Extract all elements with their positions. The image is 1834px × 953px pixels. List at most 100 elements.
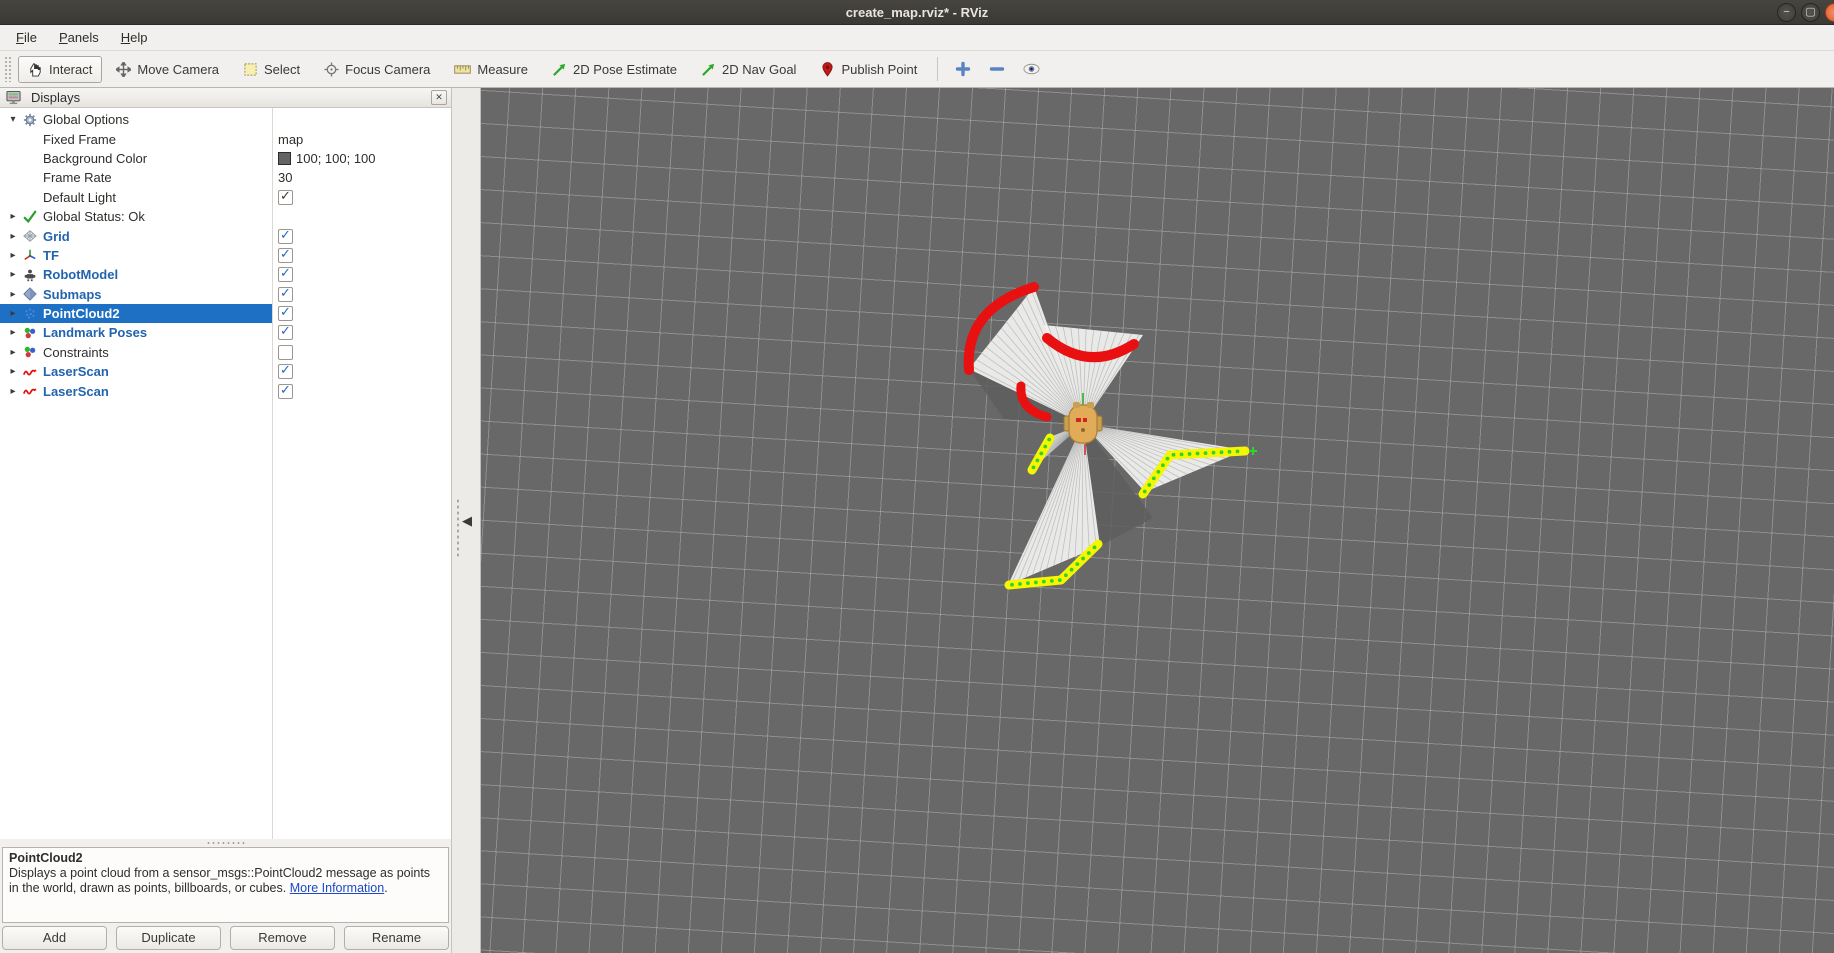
tool-nav-goal-button[interactable]: 2D Nav Goal <box>691 56 806 83</box>
tool-move-camera-button[interactable]: Move Camera <box>106 56 229 83</box>
toolbar-drag-handle[interactable] <box>4 56 12 82</box>
property-row-fixed-frame[interactable]: Fixed Framemap <box>0 129 451 148</box>
property-value[interactable]: 30 <box>278 170 292 185</box>
landmark-dot <box>1143 490 1147 494</box>
displays-panel-header[interactable]: Displays ✕ <box>0 88 451 108</box>
duplicate-button[interactable]: Duplicate <box>116 926 221 950</box>
tool-publish-point-button[interactable]: Publish Point <box>810 56 927 83</box>
tool-focus-camera-button[interactable]: Focus Camera <box>314 56 440 83</box>
property-value[interactable]: map <box>278 132 303 147</box>
row-label: Global Status: Ok <box>43 209 145 224</box>
display-row-constraints[interactable]: ▸ Constraints <box>0 343 451 362</box>
visibility-checkbox[interactable]: ✓ <box>278 287 293 302</box>
rviz-window: create_map.rviz* - RViz − ▢ FilePanelsHe… <box>0 0 1834 953</box>
visibility-checkbox[interactable]: ✓ <box>278 325 293 340</box>
select-icon <box>243 62 258 77</box>
menu-file[interactable]: File <box>6 27 47 48</box>
landmark-dot <box>1220 450 1224 454</box>
robot-sensor <box>1081 428 1085 432</box>
property-row-frame-rate[interactable]: Frame Rate30 <box>0 168 451 187</box>
menubar: FilePanelsHelp <box>0 25 1834 50</box>
spheres-icon <box>21 345 39 359</box>
remove-button[interactable]: Remove <box>230 926 335 950</box>
landmark-dot <box>1047 438 1051 442</box>
expander-arrow-icon[interactable]: ▾ <box>5 114 21 125</box>
display-row-robotmodel[interactable]: ▸RobotModel✓ <box>0 265 451 284</box>
tool-interact-button[interactable]: Interact <box>18 56 102 83</box>
tool-measure-button[interactable]: Measure <box>444 56 538 83</box>
display-row-laserscan[interactable]: ▸LaserScan✓ <box>0 381 451 400</box>
expander-arrow-icon[interactable]: ▸ <box>5 269 21 280</box>
expander-arrow-icon[interactable]: ▸ <box>5 347 21 358</box>
eye-icon <box>1023 63 1040 75</box>
landmark-dot <box>1156 470 1160 474</box>
expander-arrow-icon[interactable]: ▸ <box>5 231 21 242</box>
tool-tool-properties-button[interactable] <box>1016 57 1047 81</box>
property-value[interactable]: 100; 100; 100 <box>296 151 376 166</box>
visibility-checkbox[interactable]: ✓ <box>278 229 293 244</box>
panel-close-button[interactable]: ✕ <box>431 90 447 105</box>
grid-icon <box>21 229 39 243</box>
display-row-tf[interactable]: ▸TF✓ <box>0 246 451 265</box>
row-label: LaserScan <box>43 364 109 379</box>
visibility-checkbox[interactable]: ✓ <box>278 190 293 205</box>
map-scene <box>481 88 1833 953</box>
vertical-splitter-dots <box>456 498 460 558</box>
visibility-checkbox[interactable]: ✓ <box>278 364 293 379</box>
render-viewport[interactable] <box>481 88 1834 953</box>
tool-add-tool-button[interactable] <box>948 55 978 83</box>
checkmark: ✓ <box>280 323 291 339</box>
expander-arrow-icon[interactable]: ▸ <box>5 289 21 300</box>
vertical-splitter[interactable]: ◀ <box>452 88 481 953</box>
expander-arrow-icon[interactable]: ▸ <box>5 308 21 319</box>
horizontal-splitter[interactable] <box>0 839 451 847</box>
add-button[interactable]: Add <box>2 926 107 950</box>
window-titlebar[interactable]: create_map.rviz* - RViz − ▢ <box>0 0 1834 25</box>
expander-arrow-icon[interactable]: ▸ <box>5 250 21 261</box>
landmark-dot <box>1093 545 1097 549</box>
display-row-laserscan[interactable]: ▸ LaserScan ✓ <box>0 362 451 381</box>
menu-help[interactable]: Help <box>111 27 158 48</box>
visibility-checkbox[interactable]: ✓ <box>278 267 293 282</box>
tf-icon <box>21 248 39 262</box>
tool-select-button[interactable]: Select <box>233 56 310 83</box>
row-label: PointCloud2 <box>43 306 120 321</box>
rename-button[interactable]: Rename <box>344 926 449 950</box>
more-information-link[interactable]: More Information <box>290 881 384 895</box>
visibility-checkbox[interactable] <box>278 345 293 360</box>
collapse-panel-arrow[interactable]: ◀ <box>462 513 472 529</box>
display-row-submaps[interactable]: ▸Submaps✓ <box>0 285 451 304</box>
minimize-button[interactable]: − <box>1777 3 1796 22</box>
color-swatch[interactable] <box>278 152 291 165</box>
menu-panels[interactable]: Panels <box>49 27 109 48</box>
expander-arrow-icon[interactable]: ▸ <box>5 386 21 397</box>
row-label: Constraints <box>43 345 109 360</box>
property-row-default-light[interactable]: Default Light✓ <box>0 188 451 207</box>
display-row-grid[interactable]: ▸Grid✓ <box>0 226 451 245</box>
expander-arrow-icon[interactable]: ▸ <box>5 327 21 338</box>
property-row-background-color[interactable]: Background Color 100; 100; 100 <box>0 149 451 168</box>
landmark-dot <box>1075 562 1079 566</box>
toolbar: InteractMove CameraSelectFocus CameraMea… <box>0 50 1834 88</box>
tool-pose-estimate-button[interactable]: 2D Pose Estimate <box>542 56 687 83</box>
display-row-landmark-poses[interactable]: ▸Landmark Poses✓ <box>0 323 451 342</box>
landmark-dot <box>1026 581 1030 585</box>
toolbar-separator <box>937 57 938 81</box>
row-label: Background Color <box>43 151 147 166</box>
checkmark: ✓ <box>280 285 291 301</box>
tool-remove-tool-button[interactable] <box>982 55 1012 83</box>
green-arrow-icon <box>701 62 716 77</box>
close-button[interactable] <box>1825 3 1834 22</box>
visibility-checkbox[interactable]: ✓ <box>278 384 293 399</box>
visibility-checkbox[interactable]: ✓ <box>278 306 293 321</box>
landmark-dot <box>1032 465 1036 469</box>
expander-arrow-icon[interactable]: ▸ <box>5 211 21 222</box>
maximize-button[interactable]: ▢ <box>1801 3 1820 22</box>
display-row-pointcloud2[interactable]: ▸ PointCloud2 ✓ <box>0 304 451 323</box>
display-row-global-status-ok[interactable]: ▸ Global Status: Ok <box>0 207 451 226</box>
landmark-cross <box>1249 447 1257 455</box>
display-row-global-options[interactable]: ▾Global Options <box>0 110 451 129</box>
landmark-dot <box>1035 459 1039 463</box>
visibility-checkbox[interactable]: ✓ <box>278 248 293 263</box>
expander-arrow-icon[interactable]: ▸ <box>5 366 21 377</box>
